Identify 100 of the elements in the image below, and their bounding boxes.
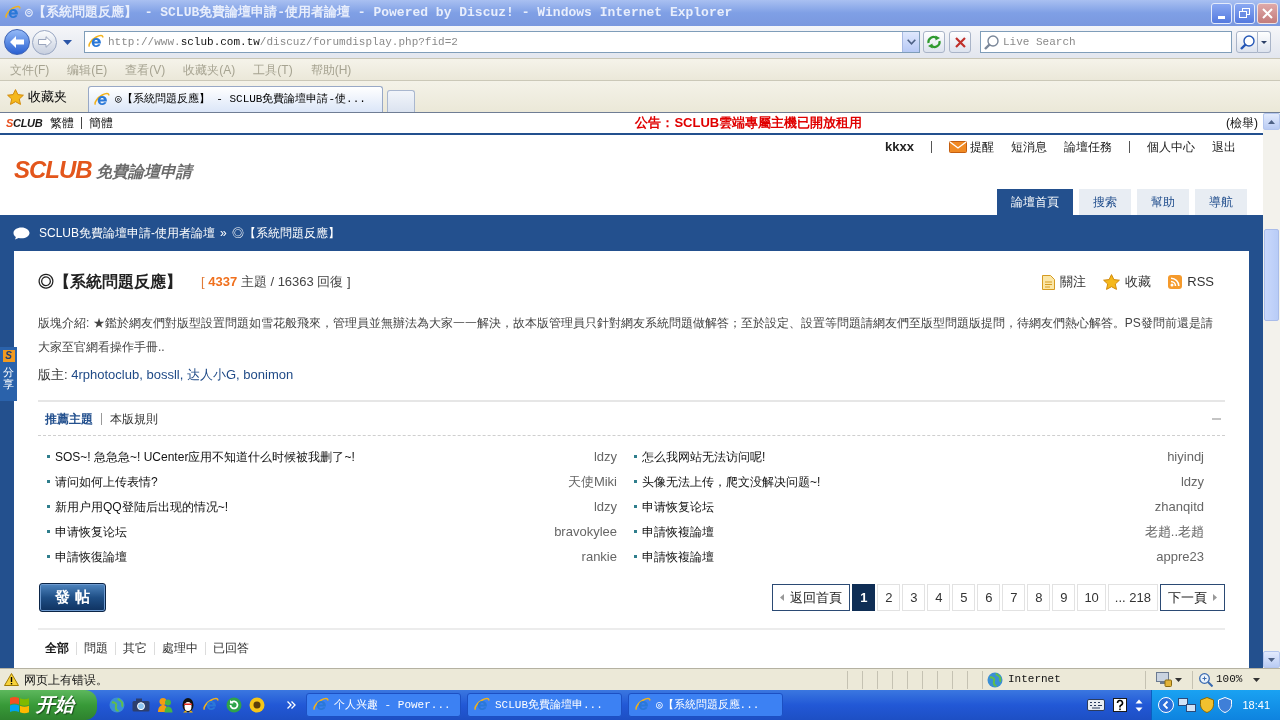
browser-tab[interactable]: ◎【系統問題反應】 - SCLUB免費論壇申請-使... [88,86,383,112]
nav-tab[interactable]: 論壇首頁 [997,189,1073,215]
topic-link[interactable]: 申請恢複論壇 [642,547,714,566]
page-button[interactable]: 1 [852,584,876,611]
chevron-left-icon[interactable] [1158,697,1175,713]
new-post-button[interactable]: 發 帖 [39,583,106,612]
page-button[interactable]: 5 [952,584,976,611]
featured-tab[interactable]: 推薦主題 [45,409,93,428]
author-link[interactable]: ldzy [593,496,617,517]
favorites-button[interactable]: 收藏夹 [4,84,70,109]
topic-link[interactable]: 怎么我网站无法访问呢! [642,447,766,466]
moderator-link[interactable]: bonimon [243,367,294,382]
refresh-button[interactable] [923,31,945,53]
people-icon[interactable] [157,697,173,713]
language-link[interactable]: 繁體 [50,114,75,132]
moderator-link[interactable]: bossll [146,367,180,382]
moderator-link[interactable]: 达人小G [186,367,237,382]
circle-arrow-icon[interactable] [226,697,242,713]
user-menu-link[interactable]: 退出 [1212,138,1236,156]
user-menu-link[interactable]: 論壇任務 [1064,138,1112,156]
page-button[interactable]: 10 [1077,584,1106,611]
address-field[interactable]: http://www.sclub.com.tw/discuz/forumdisplay.php?fid=2 [84,31,920,53]
search-button[interactable] [1236,31,1258,53]
announcement-link[interactable]: 公告：SCLUB雲端專屬主機已開放租用 [635,113,863,133]
filter-tab[interactable]: 已回答 [206,639,256,657]
camera-icon[interactable] [132,698,150,712]
filter-tab[interactable]: 處理中 [155,639,205,657]
site-logo[interactable]: SCLUB 免費論壇申請 [14,156,192,182]
minimize-button[interactable] [1211,2,1232,24]
author-link[interactable]: bravokylee [554,521,617,542]
user-menu-link[interactable]: 短消息 [1011,138,1047,156]
author-link[interactable]: appre23 [1156,546,1204,567]
page-button[interactable]: 9 [1052,584,1076,611]
nav-tab[interactable]: 搜索 [1079,189,1131,215]
help-icon[interactable] [1113,698,1128,712]
topic-link[interactable]: 头像无法上传，爬文没解决问题~! [642,472,821,491]
taskbar-button[interactable]: SCLUB免費論壇申... [467,693,622,717]
site-logo-small[interactable]: SCLUB [6,114,43,132]
report-link[interactable]: (檢舉) [1226,114,1258,132]
round-app-icon[interactable] [249,697,265,713]
reminder-link[interactable]: 提醒 [949,138,994,156]
filter-tab[interactable]: 問題 [77,639,115,657]
page-button[interactable]: 2 [877,584,901,611]
filter-tab[interactable]: 全部 [38,639,76,657]
topic-link[interactable]: 新用户用QQ登陆后出现的情况~! [55,497,228,516]
search-field[interactable]: Live Search [980,31,1232,53]
scrollbar-thumb[interactable] [1264,229,1279,321]
protected-mode-button[interactable] [1156,672,1182,687]
author-link[interactable]: zhanqitd [1154,496,1204,517]
topic-link[interactable]: 申請恢複論壇 [642,522,714,541]
featured-tab[interactable]: 本版規則 [110,409,158,428]
nav-tab[interactable]: 幫助 [1137,189,1189,215]
author-link[interactable]: hiyindj [1167,446,1204,467]
chevron-double-right-icon[interactable] [287,701,296,709]
topic-link[interactable]: 申请恢复论坛 [55,522,127,541]
zoom-button[interactable]: 100% [1199,671,1261,688]
user-menu-link[interactable]: 個人中心 [1147,138,1195,156]
nav-tab[interactable]: 導航 [1195,189,1247,215]
page-button[interactable]: ... 218 [1107,584,1158,611]
breadcrumb-link[interactable]: SCLUB免費論壇申請-使用者論壇 [39,224,215,242]
filter-tab[interactable]: 其它 [116,639,154,657]
back-button[interactable] [4,29,30,55]
ie-icon[interactable] [203,697,219,713]
next-page-button[interactable]: 下一頁 [1160,584,1225,611]
language-link[interactable]: 簡體 [89,114,114,132]
taskbar-button[interactable]: 个人兴趣 - Power... [306,693,461,717]
up-down-arrows-icon[interactable] [1135,698,1144,712]
topic-link[interactable]: 请问如何上传表情? [55,472,158,491]
topic-link[interactable]: SOS~! 急急急~! UCenter应用不知道什么时候被我删了~! [55,447,355,466]
topic-link[interactable]: 申请恢复论坛 [642,497,714,516]
scroll-down-button[interactable] [1263,651,1280,668]
search-options-button[interactable] [1258,31,1271,53]
author-link[interactable]: ldzy [1180,471,1204,492]
restore-button[interactable] [1234,2,1255,24]
shield-icon[interactable] [1200,697,1215,713]
forum-action-link[interactable]: 收藏 [1103,272,1152,292]
author-link[interactable]: 天使Miki [567,471,617,492]
author-link[interactable]: rankie [581,546,617,567]
forum-action-link[interactable]: 關注 [1042,272,1087,292]
page-button[interactable]: 3 [902,584,926,611]
scroll-up-button[interactable] [1263,113,1280,130]
address-dropdown-button[interactable] [902,32,919,52]
penguin-icon[interactable] [180,697,196,713]
close-button[interactable] [1257,2,1278,24]
globe-icon[interactable] [109,697,125,713]
taskbar-button[interactable]: ◎【系統問題反應... [628,693,783,717]
stop-button[interactable] [949,31,971,53]
page-button[interactable]: 7 [1002,584,1026,611]
topic-link[interactable]: 申請恢復論壇 [55,547,127,566]
start-button[interactable]: 开始 [0,690,97,720]
page-button[interactable]: 6 [977,584,1001,611]
share-tab[interactable]: S 分享 [0,347,17,401]
back-to-index-button[interactable]: 返回首頁 [772,584,851,611]
username-link[interactable]: kkxx [885,137,914,157]
page-button[interactable]: 8 [1027,584,1051,611]
author-link[interactable]: ldzy [593,446,617,467]
forum-action-link[interactable]: RSS [1168,272,1214,292]
page-button[interactable]: 4 [927,584,951,611]
network-icon[interactable] [1178,698,1197,712]
author-link[interactable]: 老趙..老趙 [1144,521,1204,542]
